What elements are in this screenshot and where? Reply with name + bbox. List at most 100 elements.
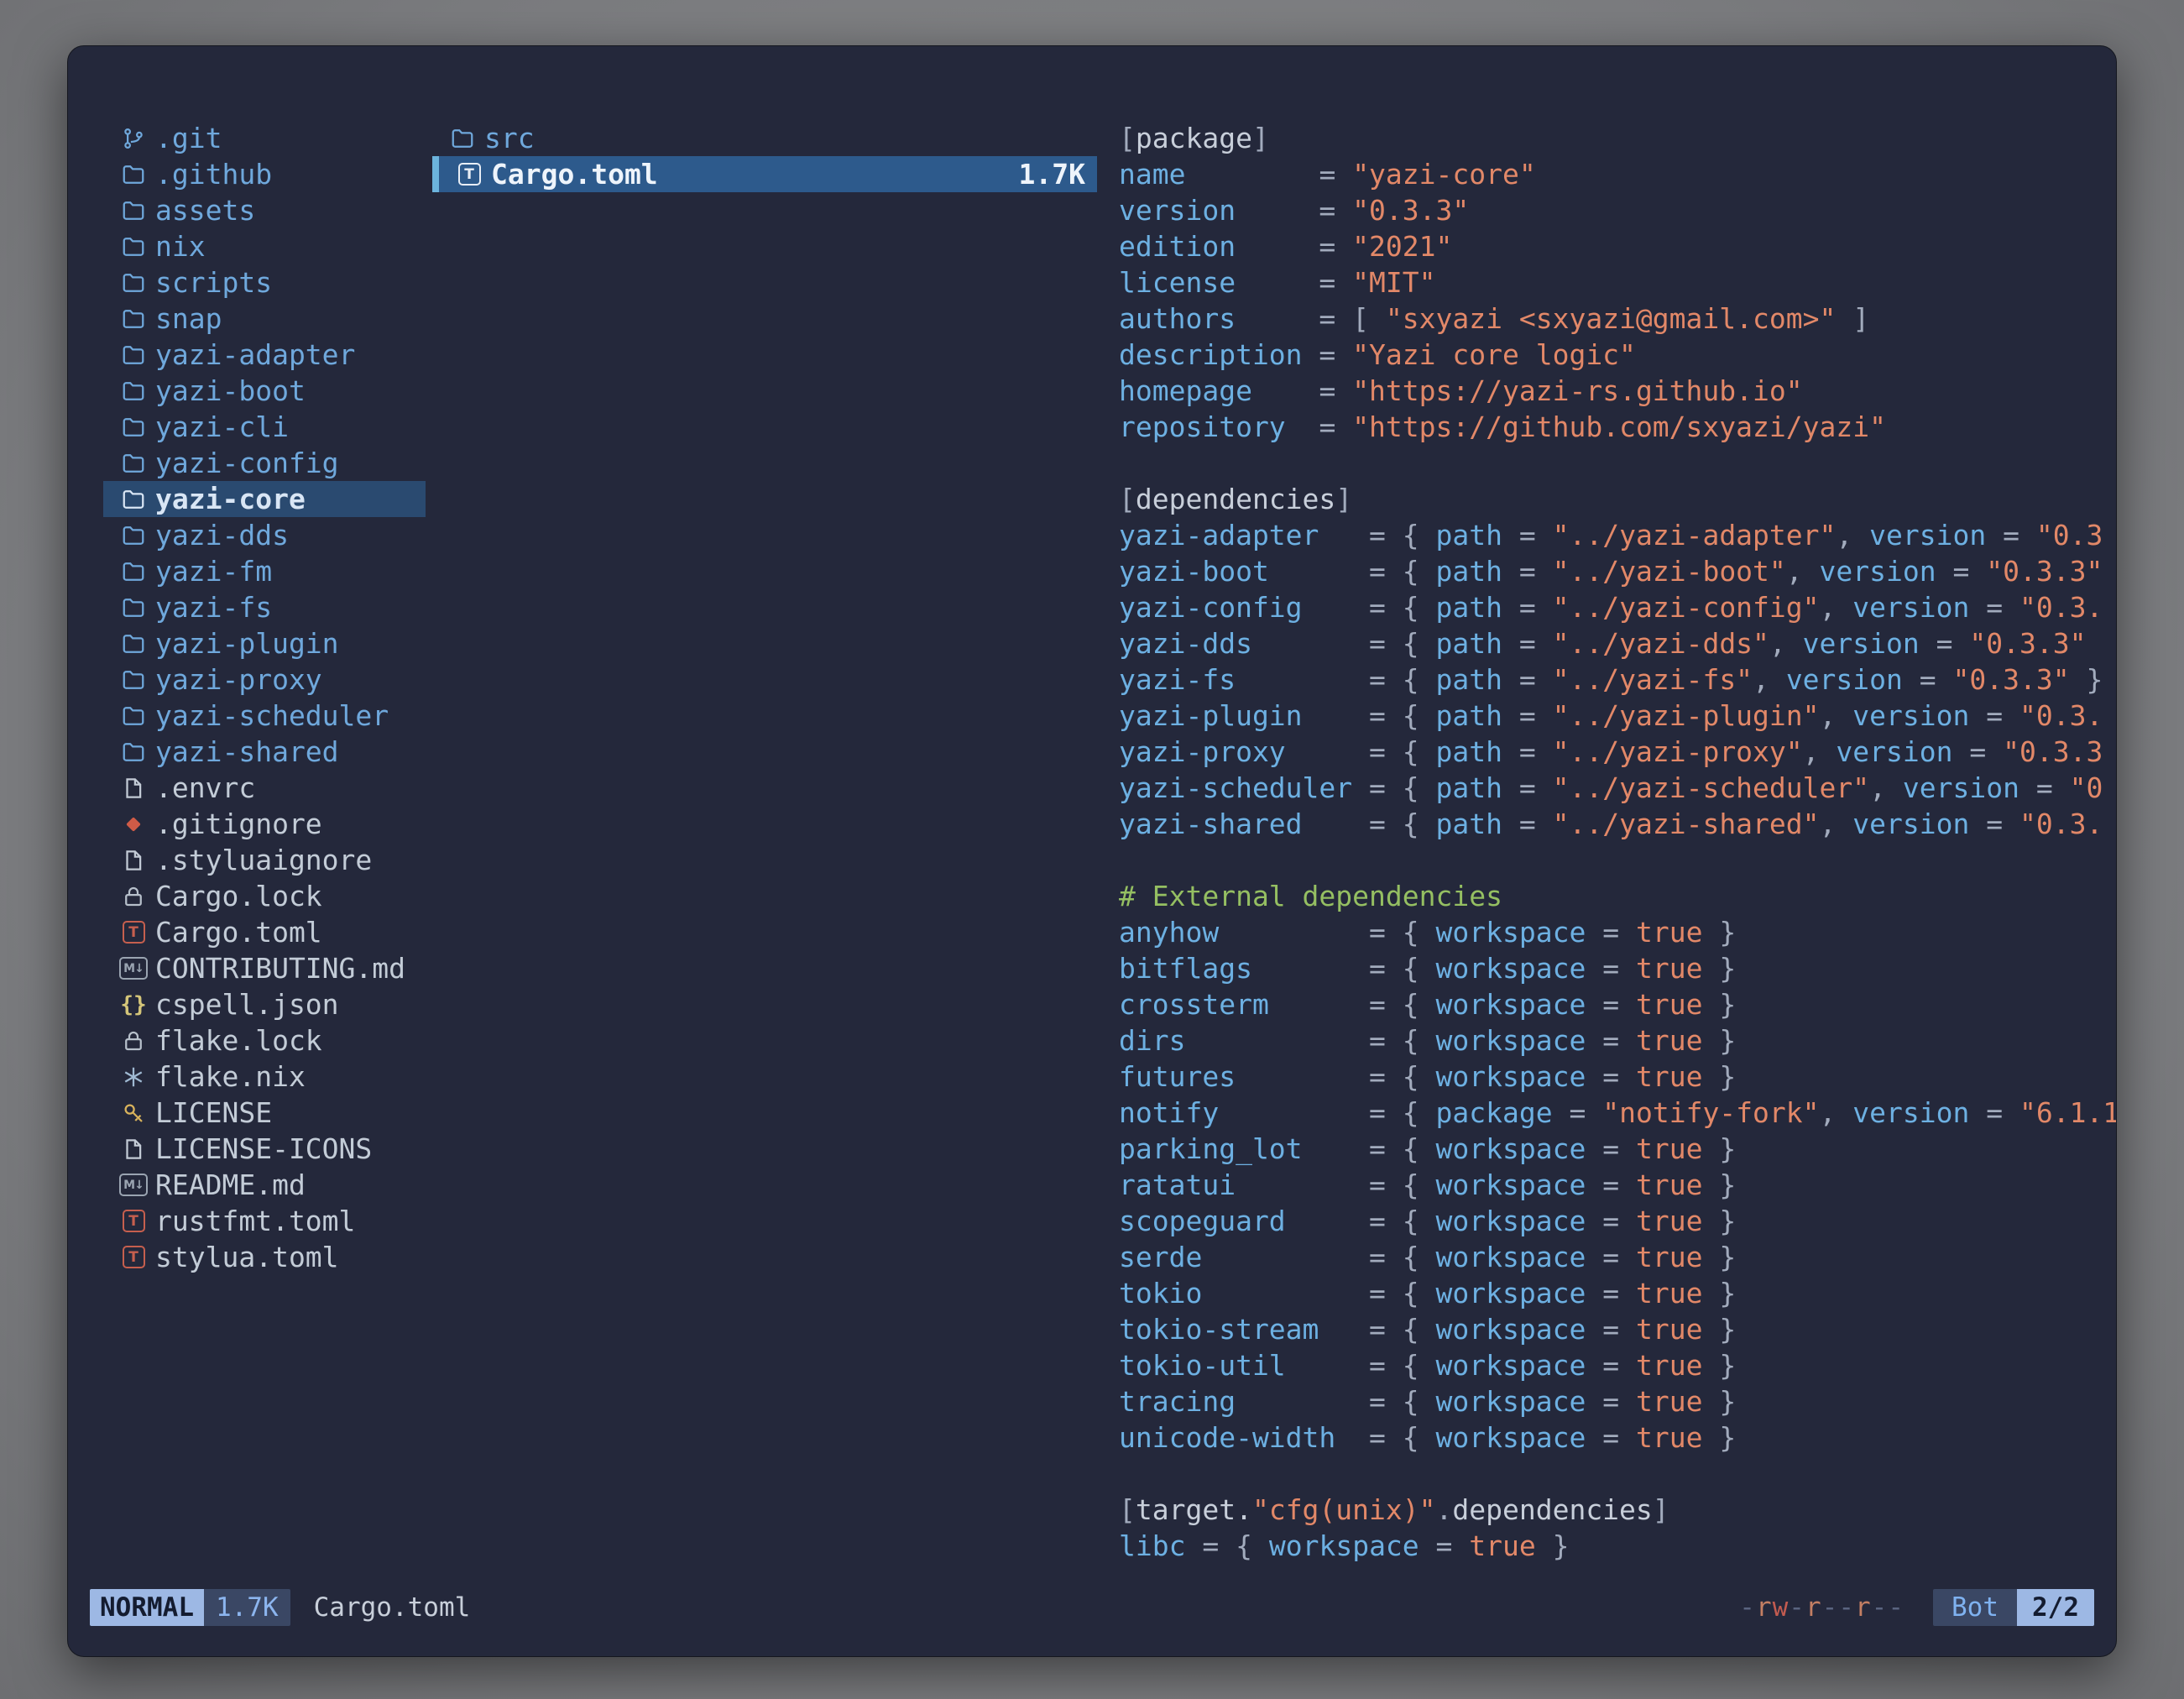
file-counter: 2/2 — [2017, 1589, 2094, 1626]
entry-label: .github — [155, 158, 272, 191]
entry-label: yazi-shared — [155, 735, 339, 768]
entry-size: 1.7K — [1019, 158, 1085, 191]
preview-code-line: scopeguard = { workspace = true } — [1119, 1203, 2116, 1239]
folder-icon — [115, 703, 152, 729]
git-branch-icon — [115, 126, 152, 151]
preview-code-line: yazi-boot = { path = "../yazi-boot", ver… — [1119, 553, 2116, 589]
parent-file-row[interactable]: Tstylua.toml — [103, 1239, 426, 1275]
preview-code-line: name = "yazi-core" — [1119, 156, 2116, 192]
entry-label: yazi-core — [155, 483, 306, 515]
preview-code-line: # External dependencies — [1119, 878, 2116, 914]
status-right-group: -rw-r--r-- Bot 2/2 — [1739, 1589, 2094, 1626]
preview-code-line: homepage = "https://yazi-rs.github.io" — [1119, 373, 2116, 409]
entry-label: Cargo.lock — [155, 880, 322, 912]
parent-dir-row[interactable]: yazi-plugin — [103, 625, 426, 661]
preview-code-line: authors = [ "sxyazi <sxyazi@gmail.com>" … — [1119, 301, 2116, 337]
preview-code-line: description = "Yazi core logic" — [1119, 337, 2116, 373]
parent-dir-row[interactable]: yazi-config — [103, 445, 426, 481]
parent-dir-row[interactable]: snap — [103, 301, 426, 337]
parent-dir-row[interactable]: yazi-boot — [103, 373, 426, 409]
entry-label: flake.nix — [155, 1060, 306, 1093]
preview-code-line: [dependencies] — [1119, 481, 2116, 517]
parent-file-row[interactable]: Trustfmt.toml — [103, 1203, 426, 1239]
preview-code-line: crossterm = { workspace = true } — [1119, 986, 2116, 1022]
preview-code-line: anyhow = { workspace = true } — [1119, 914, 2116, 950]
parent-file-row[interactable]: flake.nix — [103, 1059, 426, 1095]
status-filename: Cargo.toml — [314, 1592, 471, 1623]
lock-icon — [115, 884, 152, 909]
parent-file-row[interactable]: .styluaignore — [103, 842, 426, 878]
current-file-row[interactable]: TCargo.toml1.7K — [432, 156, 1097, 192]
preview-code-line: yazi-fs = { path = "../yazi-fs", version… — [1119, 661, 2116, 698]
parent-file-row[interactable]: .gitignore — [103, 806, 426, 842]
key-icon — [115, 1100, 152, 1126]
preview-code-line: notify = { package = "notify-fork", vers… — [1119, 1095, 2116, 1131]
preview-code-line: repository = "https://github.com/sxyazi/… — [1119, 409, 2116, 445]
parent-dir-row[interactable]: nix — [103, 228, 426, 264]
current-dir-row[interactable]: src — [432, 120, 1097, 156]
preview-code-line: yazi-plugin = { path = "../yazi-plugin",… — [1119, 698, 2116, 734]
parent-dir-row[interactable]: yazi-shared — [103, 734, 426, 770]
parent-file-row[interactable]: {}cspell.json — [103, 986, 426, 1022]
parent-file-row[interactable]: flake.lock — [103, 1022, 426, 1059]
parent-dir-row[interactable]: yazi-dds — [103, 517, 426, 553]
folder-icon — [115, 559, 152, 584]
toml-icon: T — [115, 921, 152, 944]
preview-code-line: [target."cfg(unix)".dependencies] — [1119, 1492, 2116, 1528]
folder-icon — [115, 234, 152, 259]
file-icon — [115, 1137, 152, 1162]
parent-dir-row[interactable]: yazi-fs — [103, 589, 426, 625]
parent-dir-row[interactable]: yazi-adapter — [103, 337, 426, 373]
folder-icon — [115, 198, 152, 223]
parent-dir-row[interactable]: yazi-fm — [103, 553, 426, 589]
folder-icon — [115, 342, 152, 368]
parent-file-row[interactable]: M↓README.md — [103, 1167, 426, 1203]
preview-code-line: [package] — [1119, 120, 2116, 156]
preview-code-line: dirs = { workspace = true } — [1119, 1022, 2116, 1059]
parent-file-row[interactable]: M↓CONTRIBUTING.md — [103, 950, 426, 986]
parent-dir-row[interactable]: .github — [103, 156, 426, 192]
toml-icon: T — [451, 163, 488, 186]
parent-dir-row[interactable]: .git — [103, 120, 426, 156]
parent-dir-row[interactable]: yazi-cli — [103, 409, 426, 445]
preview-code-line: edition = "2021" — [1119, 228, 2116, 264]
entry-label: flake.lock — [155, 1024, 322, 1057]
folder-icon — [115, 740, 152, 765]
parent-directory-pane[interactable]: .git .githubassetsnixscriptssnapyazi-adap… — [103, 120, 426, 1577]
file-preview-pane[interactable]: [package]name = "yazi-core"version = "0.… — [1119, 120, 2116, 1577]
entry-label: .git — [155, 122, 222, 154]
current-directory-pane[interactable]: srcTCargo.toml1.7K — [432, 120, 1097, 1577]
preview-code-line: yazi-adapter = { path = "../yazi-adapter… — [1119, 517, 2116, 553]
entry-label: src — [484, 122, 535, 154]
entry-label: assets — [155, 194, 255, 227]
entry-label: .envrc — [155, 771, 255, 804]
entry-label: nix — [155, 230, 206, 263]
entry-label: yazi-adapter — [155, 338, 355, 371]
preview-code-line: yazi-config = { path = "../yazi-config",… — [1119, 589, 2116, 625]
parent-file-row[interactable]: .envrc — [103, 770, 426, 806]
folder-icon — [115, 523, 152, 548]
parent-dir-row[interactable]: yazi-proxy — [103, 661, 426, 698]
parent-file-row[interactable]: TCargo.toml — [103, 914, 426, 950]
parent-file-row[interactable]: LICENSE — [103, 1095, 426, 1131]
entry-label: rustfmt.toml — [155, 1205, 355, 1237]
entry-label: CONTRIBUTING.md — [155, 952, 405, 985]
parent-dir-row[interactable]: assets — [103, 192, 426, 228]
preview-code-line: yazi-proxy = { path = "../yazi-proxy", v… — [1119, 734, 2116, 770]
entry-label: LICENSE — [155, 1096, 272, 1129]
parent-dir-row[interactable]: yazi-scheduler — [103, 698, 426, 734]
file-permissions: -rw-r--r-- — [1739, 1592, 1904, 1623]
entry-label: .styluaignore — [155, 844, 372, 876]
parent-dir-row[interactable]: scripts — [103, 264, 426, 301]
folder-icon — [115, 667, 152, 693]
parent-file-row[interactable]: Cargo.lock — [103, 878, 426, 914]
folder-icon — [115, 306, 152, 332]
markdown-icon: M↓ — [115, 1174, 152, 1196]
markdown-icon: M↓ — [115, 957, 152, 980]
toml-icon: T — [115, 1246, 152, 1268]
folder-icon — [115, 595, 152, 620]
git-diamond-icon — [115, 812, 152, 837]
parent-dir-row[interactable]: yazi-core — [103, 481, 426, 517]
folder-icon — [115, 451, 152, 476]
parent-file-row[interactable]: LICENSE-ICONS — [103, 1131, 426, 1167]
